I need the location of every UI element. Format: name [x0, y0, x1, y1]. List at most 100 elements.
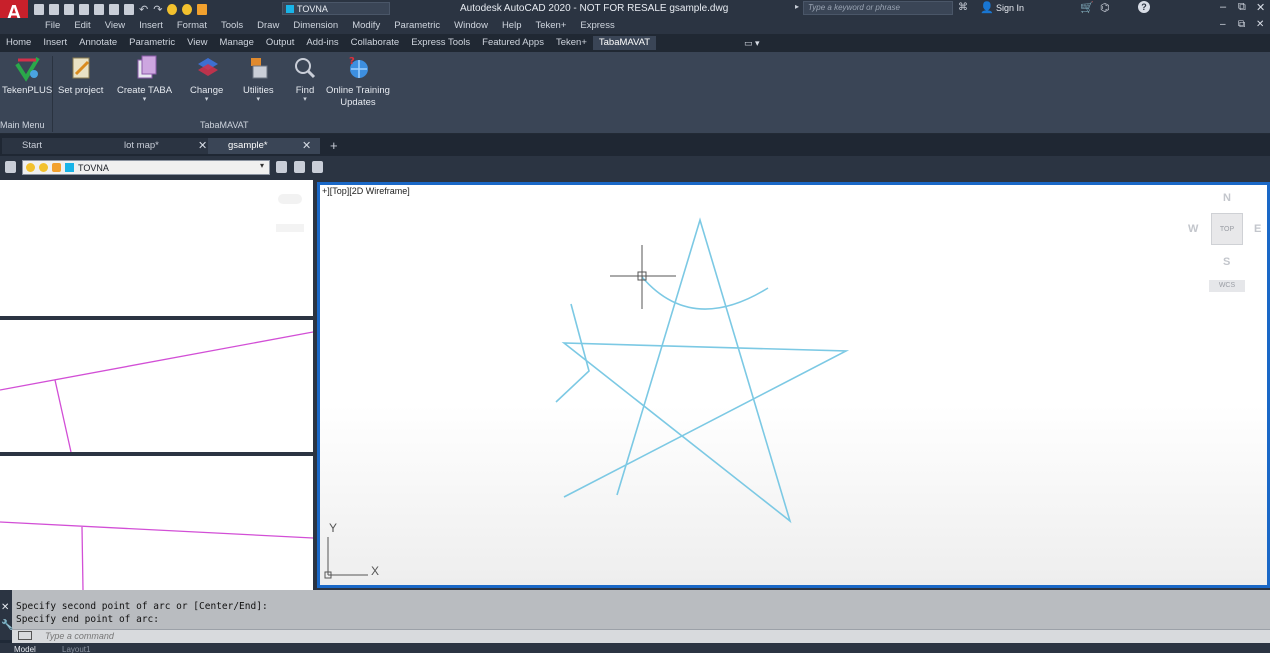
tab-insert[interactable]: Insert: [37, 36, 73, 50]
online-training-button[interactable]: ? Online Training Updates: [326, 54, 390, 109]
menu-express[interactable]: Express: [573, 20, 621, 31]
viewport-label[interactable]: +][Top][2D Wireframe]: [322, 186, 410, 196]
close-command-line-icon[interactable]: ✕: [1, 602, 9, 613]
command-history-line: Specify second point of arc or [Center/E…: [16, 601, 268, 612]
save-as-icon[interactable]: [79, 3, 89, 15]
help-icon[interactable]: ?: [1138, 1, 1150, 13]
new-icon[interactable]: [34, 3, 44, 15]
layer-match-icon[interactable]: [312, 161, 323, 173]
doc-minimize-icon[interactable]: –: [1220, 19, 1226, 30]
layer-lock-icon[interactable]: [197, 3, 208, 15]
star-polyline[interactable]: [561, 217, 850, 524]
viewport-left-top[interactable]: [0, 180, 313, 316]
change-icon: [194, 54, 220, 82]
tab-collaborate[interactable]: Collaborate: [345, 36, 406, 50]
save-icon[interactable]: [64, 3, 74, 15]
viewport-left-middle[interactable]: [0, 320, 313, 452]
layer-properties-icon[interactable]: [5, 161, 16, 173]
tab-parametric[interactable]: Parametric: [123, 36, 181, 50]
close-icon[interactable]: ✕: [1256, 1, 1265, 14]
undo-icon[interactable]: ↶: [139, 3, 148, 16]
layer-freeze-icon[interactable]: [182, 3, 193, 15]
tab-view[interactable]: View: [181, 36, 213, 50]
new-tab-plus-icon[interactable]: +: [330, 138, 338, 153]
viewcube-north[interactable]: N: [1223, 192, 1231, 204]
menu-edit[interactable]: Edit: [67, 20, 97, 31]
menu-parametric[interactable]: Parametric: [387, 20, 447, 31]
menu-help[interactable]: Help: [495, 20, 529, 31]
find-button[interactable]: Find ▾: [292, 54, 318, 103]
menu-format[interactable]: Format: [170, 20, 214, 31]
layer-previous-icon[interactable]: [294, 161, 305, 173]
viewport-left-bottom[interactable]: [0, 456, 313, 590]
tab-tabamavat[interactable]: TabaMAVAT: [592, 36, 657, 50]
publish-icon[interactable]: [94, 3, 104, 15]
create-taba-dropdown-icon[interactable]: ▾: [143, 96, 147, 103]
drawing-canvas[interactable]: [320, 185, 1267, 585]
find-dropdown-icon[interactable]: ▾: [303, 96, 307, 103]
layer-dropdown-arrow-icon[interactable]: ▾: [260, 161, 264, 170]
search-input[interactable]: Type a keyword or phrase: [803, 1, 953, 15]
arc[interactable]: [641, 276, 769, 310]
menu-window[interactable]: Window: [447, 20, 495, 31]
file-tab-gsample[interactable]: gsample* ✕: [208, 138, 320, 154]
change-button[interactable]: Change ▾: [190, 54, 223, 103]
open-icon[interactable]: [49, 3, 59, 15]
viewport-main[interactable]: [317, 182, 1270, 588]
zigzag-polyline[interactable]: [555, 303, 590, 403]
utilities-dropdown-icon[interactable]: ▾: [257, 96, 261, 103]
qat-layer-dropdown[interactable]: TOVNA: [282, 2, 390, 15]
menu-file[interactable]: File: [38, 20, 67, 31]
close-icon[interactable]: ✕: [302, 139, 311, 152]
search-expand-icon[interactable]: ▸: [795, 2, 799, 11]
wcs-menu[interactable]: WCS: [1209, 280, 1245, 292]
redo-icon[interactable]: ↷: [153, 3, 162, 16]
tekenplus-button[interactable]: TekenPLUS: [2, 54, 52, 97]
viewcube-east[interactable]: E: [1254, 223, 1261, 235]
menu-dimension[interactable]: Dimension: [286, 20, 345, 31]
layer-on-icon[interactable]: [167, 3, 178, 15]
tab-featured-apps[interactable]: Featured Apps: [476, 36, 550, 50]
menu-tools[interactable]: Tools: [214, 20, 250, 31]
menu-view[interactable]: View: [98, 20, 132, 31]
tab-teken-plus[interactable]: Teken+: [550, 36, 593, 50]
tab-express-tools[interactable]: Express Tools: [405, 36, 476, 50]
ribbon-display-toggle-icon[interactable]: ▭ ▾: [744, 38, 766, 48]
binoculars-icon[interactable]: ⌘: [958, 2, 968, 13]
tab-manage[interactable]: Manage: [214, 36, 260, 50]
tab-add-ins[interactable]: Add-ins: [300, 36, 344, 50]
tab-annotate[interactable]: Annotate: [73, 36, 123, 50]
print-icon[interactable]: [124, 3, 134, 15]
utilities-button[interactable]: Utilities ▾: [243, 54, 274, 103]
doc-restore-icon[interactable]: ⧉: [1238, 19, 1245, 30]
sign-in-link[interactable]: Sign In: [996, 3, 1024, 13]
menu-teken-plus[interactable]: Teken+: [528, 20, 573, 31]
file-tab-start[interactable]: Start: [2, 138, 110, 154]
make-current-icon[interactable]: [276, 161, 287, 173]
user-icon[interactable]: 👤: [980, 1, 994, 14]
restore-icon[interactable]: ⧉: [1238, 1, 1246, 14]
tab-output[interactable]: Output: [260, 36, 301, 50]
set-project-button[interactable]: Set project: [58, 54, 103, 97]
file-tab-lot-map[interactable]: lot map* ✕: [104, 138, 214, 154]
change-dropdown-icon[interactable]: ▾: [205, 96, 209, 103]
create-taba-button[interactable]: Create TABA ▾: [117, 54, 172, 103]
tab-model[interactable]: Model: [14, 645, 36, 653]
menu-modify[interactable]: Modify: [345, 20, 387, 31]
tab-layout1[interactable]: Layout1: [62, 645, 90, 653]
menu-draw[interactable]: Draw: [250, 20, 286, 31]
command-prompt-icon[interactable]: [18, 631, 32, 640]
close-icon[interactable]: ✕: [198, 139, 207, 152]
tab-home[interactable]: Home: [0, 36, 37, 50]
minimize-icon[interactable]: –: [1220, 1, 1226, 13]
doc-close-icon[interactable]: ✕: [1256, 19, 1264, 30]
viewcube-west[interactable]: W: [1188, 223, 1198, 235]
plot-icon[interactable]: [109, 3, 119, 15]
cart-icon[interactable]: 🛒: [1080, 1, 1094, 14]
a360-share-icon[interactable]: ⌬: [1100, 1, 1110, 14]
viewcube-top-face[interactable]: TOP: [1211, 213, 1243, 245]
layer-dropdown[interactable]: TOVNA: [22, 160, 270, 175]
menu-insert[interactable]: Insert: [132, 20, 170, 31]
command-input[interactable]: [12, 629, 1270, 643]
viewcube-south[interactable]: S: [1223, 256, 1230, 268]
